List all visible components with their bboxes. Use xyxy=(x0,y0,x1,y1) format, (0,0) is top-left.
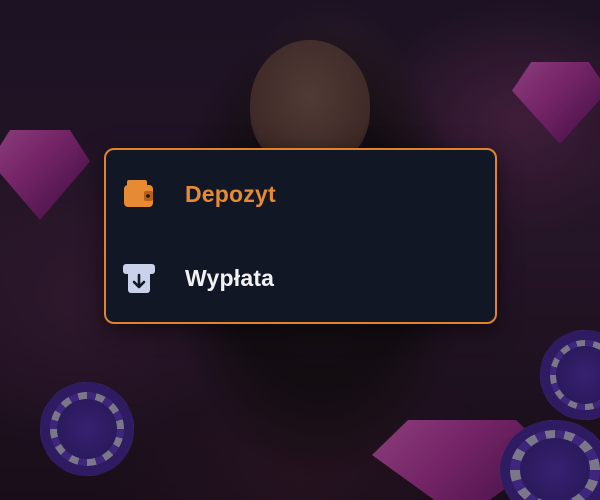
withdraw-icon xyxy=(122,261,156,295)
menu-item-withdraw[interactable]: Wypłata xyxy=(106,246,495,310)
background-scene: Depozyt Wypłata xyxy=(0,0,600,500)
menu-item-deposit[interactable]: Depozyt xyxy=(106,162,495,226)
wallet-icon xyxy=(122,177,156,211)
menu-item-label: Depozyt xyxy=(185,180,276,207)
menu-item-label: Wypłata xyxy=(185,264,275,291)
payment-menu: Depozyt Wypłata xyxy=(104,148,497,324)
